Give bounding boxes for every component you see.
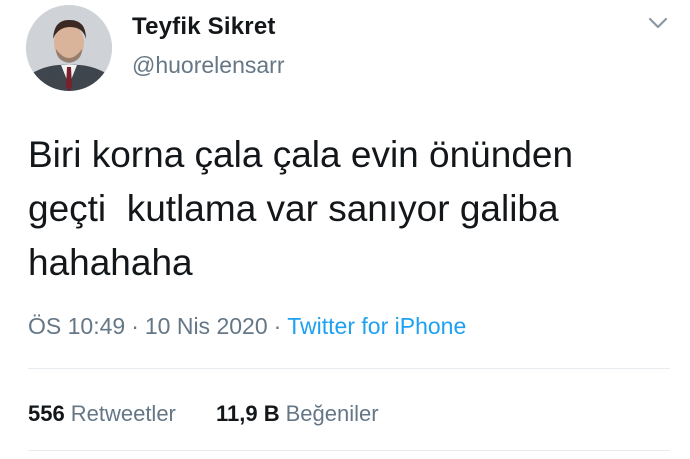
separator: · <box>273 313 282 339</box>
separator: · <box>131 313 139 339</box>
tweet-source-link[interactable]: Twitter for iPhone <box>287 313 466 339</box>
tweet-metadata: ÖS 10:49 · 10 Nis 2020 · Twitter for iPhone <box>28 313 466 340</box>
user-handle[interactable]: @huorelensarr <box>132 52 284 79</box>
display-name[interactable]: Teyfik Sikret <box>132 13 276 41</box>
tweet-time[interactable]: ÖS 10:49 <box>28 313 125 339</box>
retweets-stat[interactable]: 556 Retweetler <box>28 401 176 427</box>
tweet-stats: 556 Retweetler 11,9 B Beğeniler <box>28 401 413 427</box>
retweets-label: Retweetler <box>70 401 176 426</box>
tweet-date[interactable]: 10 Nis 2020 <box>145 313 268 339</box>
tweet-text: Biri korna çala çala evin önünden geçti … <box>28 134 574 283</box>
avatar[interactable] <box>26 5 112 91</box>
likes-label: Beğeniler <box>285 401 379 426</box>
likes-count: 11,9 B <box>216 401 280 426</box>
avatar-photo <box>26 5 112 91</box>
divider <box>28 450 670 451</box>
likes-stat[interactable]: 11,9 B Beğeniler <box>216 401 379 427</box>
divider <box>28 368 670 369</box>
retweets-count: 556 <box>28 401 65 426</box>
chevron-down-icon[interactable] <box>646 14 670 32</box>
